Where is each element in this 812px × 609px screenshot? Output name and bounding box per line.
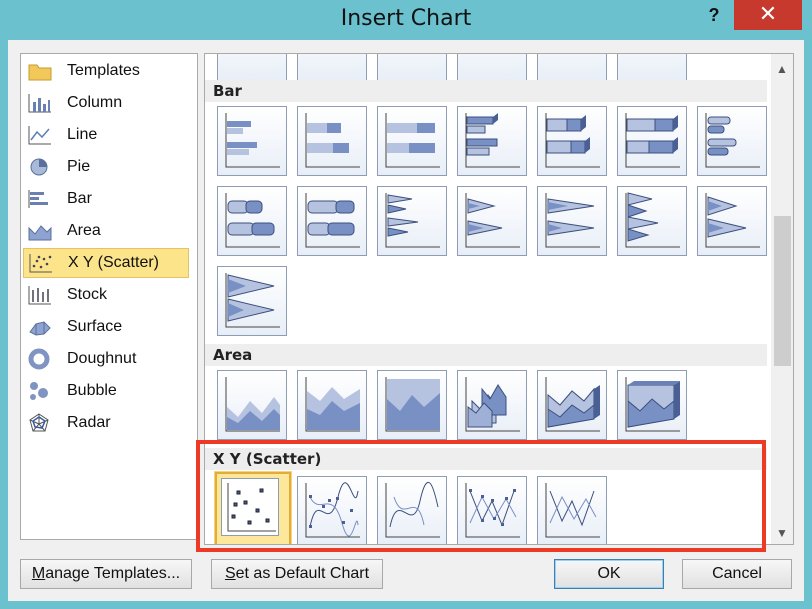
stacked-horizontal-cone-thumbnail[interactable]: [457, 186, 527, 256]
area-thumbnail[interactable]: [217, 370, 287, 440]
chart-type-pie[interactable]: Pie: [23, 152, 189, 182]
stacked-horizontal-pyramid-thumbnail[interactable]: [697, 186, 767, 256]
scatter-smooth-lines-markers-thumbnail[interactable]: [297, 476, 367, 544]
surface-chart-icon: [27, 316, 53, 338]
chart-type-label: Column: [67, 94, 123, 111]
manage-templates-button[interactable]: Manage Templates...: [20, 559, 192, 589]
chart-type-label: Radar: [67, 414, 111, 431]
chart-type-label: Templates: [67, 62, 140, 79]
chart-type-bar[interactable]: Bar: [23, 184, 189, 214]
scatter-markers-only-thumbnail[interactable]: [215, 472, 291, 544]
100-stacked-horizontal-pyramid-thumbnail[interactable]: [217, 266, 287, 336]
chart-type-label: Stock: [67, 286, 108, 303]
chart-type-label: Surface: [67, 318, 123, 335]
scroll-down-icon[interactable]: ▼: [771, 522, 793, 544]
pie-chart-icon: [27, 156, 53, 178]
scroll-thumb[interactable]: [774, 216, 791, 366]
bubble-chart-icon: [27, 380, 53, 402]
chart-subtype-gallery: Bar Area X Y (Scatter) ▲ ▼: [204, 53, 794, 545]
chart-type-label: Pie: [67, 158, 91, 175]
mnemonic: M: [31, 565, 46, 582]
3d-stacked-bar-thumbnail[interactable]: [537, 106, 607, 176]
chart-type-area[interactable]: Area: [23, 216, 189, 246]
insert-chart-dialog: Insert Chart ? ✕ Templates Column Line P…: [0, 0, 812, 609]
chart-type-label: Area: [67, 222, 101, 239]
scatter-smooth-lines-thumbnail[interactable]: [377, 476, 447, 544]
3d-area-thumbnail[interactable]: [457, 370, 527, 440]
clustered-horizontal-cylinder-thumbnail[interactable]: [697, 106, 767, 176]
close-button[interactable]: ✕: [734, 0, 802, 30]
chart-type-label: Line: [67, 126, 98, 143]
3d-stacked-area-thumbnail[interactable]: [537, 370, 607, 440]
scroll-up-icon[interactable]: ▲: [771, 58, 793, 80]
chart-type-surface[interactable]: Surface: [23, 312, 189, 342]
cancel-button[interactable]: Cancel: [682, 559, 792, 589]
bar-chart-icon: [27, 188, 53, 210]
button-label: anage Templates...: [45, 565, 181, 582]
chart-type-line[interactable]: Line: [23, 120, 189, 150]
radar-chart-icon: [27, 412, 53, 434]
clustered-bar-thumbnail[interactable]: [217, 106, 287, 176]
folder-icon: [27, 60, 53, 82]
3d-100-stacked-bar-thumbnail[interactable]: [617, 106, 687, 176]
scatter-chart-icon: [28, 252, 54, 274]
chart-type-label: Bar: [67, 190, 92, 207]
title-bar[interactable]: Insert Chart ? ✕: [0, 0, 812, 40]
chart-type-doughnut[interactable]: Doughnut: [23, 344, 189, 374]
doughnut-chart-icon: [27, 348, 53, 370]
section-header-area: Area: [205, 344, 767, 366]
help-button[interactable]: ?: [700, 2, 728, 30]
100-stacked-bar-thumbnail[interactable]: [377, 106, 447, 176]
clustered-horizontal-cone-thumbnail[interactable]: [377, 186, 447, 256]
stock-chart-icon: [27, 284, 53, 306]
set-as-default-chart-button[interactable]: Set as Default Chart: [211, 559, 383, 589]
chart-type-templates[interactable]: Templates: [23, 56, 189, 86]
100-stacked-horizontal-cylinder-thumbnail[interactable]: [297, 186, 367, 256]
3d-clustered-bar-thumbnail[interactable]: [457, 106, 527, 176]
thumbnail-frame: [221, 478, 279, 536]
chart-type-column[interactable]: Column: [23, 88, 189, 118]
gallery-scrollbar[interactable]: ▲ ▼: [771, 54, 793, 544]
chart-type-list: Templates Column Line Pie Bar Area X Y (…: [20, 53, 198, 540]
section-header-scatter: X Y (Scatter): [205, 448, 767, 470]
section-header-bar: Bar: [205, 80, 767, 102]
chart-type-radar[interactable]: Radar: [23, 408, 189, 438]
scatter-straight-lines-thumbnail[interactable]: [537, 476, 607, 544]
ok-button[interactable]: OK: [554, 559, 664, 589]
mnemonic: S: [224, 565, 236, 582]
chart-type-scatter[interactable]: X Y (Scatter): [23, 248, 189, 278]
area-chart-icon: [27, 220, 53, 242]
chart-type-label: Bubble: [67, 382, 117, 399]
chart-type-bubble[interactable]: Bubble: [23, 376, 189, 406]
column-chart-icon: [27, 92, 53, 114]
scatter-straight-lines-markers-thumbnail[interactable]: [457, 476, 527, 544]
clustered-horizontal-pyramid-thumbnail[interactable]: [617, 186, 687, 256]
dialog-title: Insert Chart: [340, 6, 472, 31]
line-chart-icon: [27, 124, 53, 146]
stacked-area-thumbnail[interactable]: [297, 370, 367, 440]
chart-type-label: Doughnut: [67, 350, 137, 367]
chart-type-stock[interactable]: Stock: [23, 280, 189, 310]
button-label: et as Default Chart: [235, 565, 370, 582]
stacked-bar-thumbnail[interactable]: [297, 106, 367, 176]
dialog-body: Templates Column Line Pie Bar Area X Y (…: [8, 40, 804, 601]
3d-100-stacked-area-thumbnail[interactable]: [617, 370, 687, 440]
chart-type-label: X Y (Scatter): [68, 254, 159, 271]
100-stacked-horizontal-cone-thumbnail[interactable]: [537, 186, 607, 256]
stacked-horizontal-cylinder-thumbnail[interactable]: [217, 186, 287, 256]
100-stacked-area-thumbnail[interactable]: [377, 370, 447, 440]
